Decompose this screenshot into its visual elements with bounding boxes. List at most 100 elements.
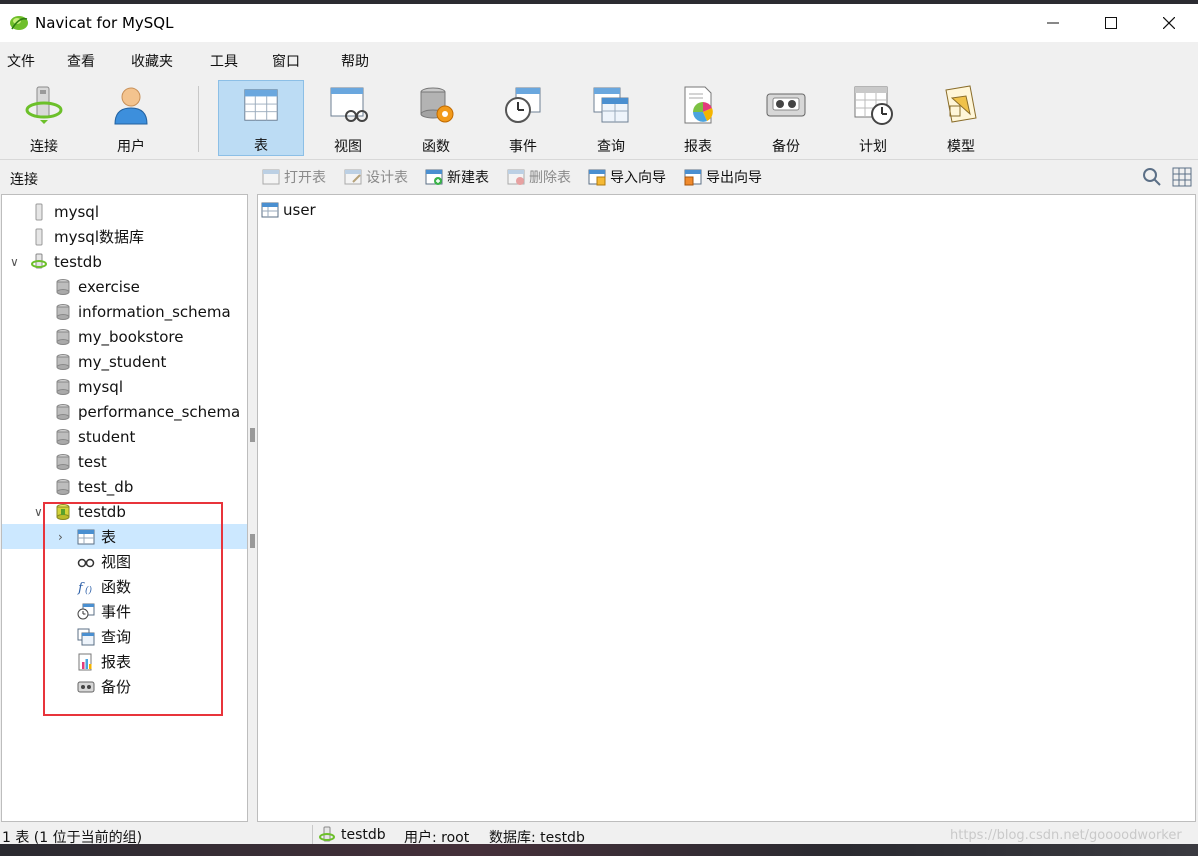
tree-database-test[interactable]: test — [2, 449, 247, 474]
tree-database-information-schema[interactable]: information_schema — [2, 299, 247, 324]
export-wizard-button[interactable]: 导出向导 — [684, 167, 762, 187]
tree-connection-mysql[interactable]: mysql — [2, 199, 247, 224]
toolbar-view-button[interactable]: 视图 — [305, 80, 391, 156]
tree-label: 报表 — [101, 653, 132, 671]
report-icon — [684, 86, 713, 124]
tree-object-backups[interactable]: 备份 — [2, 674, 247, 699]
tree-object-queries[interactable]: 查询 — [2, 624, 247, 649]
import-wizard-label: 导入向导 — [610, 170, 666, 186]
menu-window[interactable]: 窗口 — [272, 51, 300, 71]
tree-label: testdb — [54, 252, 102, 271]
expand-arrow-icon[interactable]: › — [58, 530, 63, 544]
database-icon — [56, 303, 70, 320]
import-wizard-icon — [588, 169, 606, 186]
tree-label: testdb — [78, 502, 126, 521]
toolbar-report-button[interactable]: 报表 — [655, 80, 741, 156]
database-icon — [56, 378, 70, 395]
grid-view-icon[interactable] — [1172, 167, 1192, 187]
tree-database-performance-schema[interactable]: performance_schema — [2, 399, 247, 424]
collapse-arrow-icon[interactable]: ∨ — [10, 255, 19, 269]
table-item-label: user — [283, 201, 316, 219]
query-icon — [77, 628, 95, 645]
database-icon — [56, 328, 70, 345]
delete-table-button[interactable]: 删除表 — [507, 167, 571, 187]
open-table-icon — [262, 169, 280, 185]
tree-label: student — [78, 427, 136, 446]
toolbar-query-button[interactable]: 查询 — [568, 80, 654, 156]
toolbar-label: 事件 — [509, 139, 537, 155]
tree-object-tables[interactable]: › 表 — [2, 524, 247, 549]
tree-database-testdb[interactable]: ∨ testdb — [2, 499, 247, 524]
tree-label: mysql数据库 — [54, 228, 144, 246]
model-icon — [945, 85, 977, 123]
collapse-arrow-icon[interactable]: ∨ — [34, 505, 43, 519]
maximize-button[interactable] — [1082, 4, 1140, 42]
minimize-button[interactable] — [1024, 4, 1082, 42]
tree-connection-testdb[interactable]: ∨ testdb — [2, 249, 247, 274]
tree-label: 函数 — [101, 578, 132, 596]
new-table-icon — [425, 169, 443, 185]
search-icon[interactable] — [1142, 167, 1162, 187]
database-icon — [56, 453, 70, 470]
connection-icon — [25, 86, 63, 124]
object-toolbar: 连接 打开表 设计表 新建表 删除表 导入向导 导出向导 — [0, 161, 1198, 193]
design-table-button[interactable]: 设计表 — [344, 167, 408, 187]
export-wizard-label: 导出向导 — [706, 170, 762, 186]
connection-icon — [35, 228, 43, 245]
connection-icon — [35, 203, 43, 220]
database-icon — [56, 353, 70, 370]
close-icon — [1163, 17, 1175, 29]
toolbar-connection-button[interactable]: 连接 — [1, 80, 87, 156]
toolbar-table-button[interactable]: 表 — [218, 80, 304, 156]
tree-database-my-bookstore[interactable]: my_bookstore — [2, 324, 247, 349]
toolbar-model-button[interactable]: 模型 — [918, 80, 1004, 156]
menu-view[interactable]: 查看 — [67, 51, 95, 71]
navicat-logo-icon — [10, 16, 28, 30]
connection-pane-header: 连接 — [10, 172, 38, 188]
tree-object-reports[interactable]: 报表 — [2, 649, 247, 674]
tree-label: 视图 — [101, 553, 132, 571]
tree-object-functions[interactable]: f() 函数 — [2, 574, 247, 599]
new-table-button[interactable]: 新建表 — [425, 167, 489, 187]
tree-database-mysql[interactable]: mysql — [2, 374, 247, 399]
maximize-icon — [1105, 17, 1117, 29]
svg-text:f: f — [77, 581, 85, 596]
tree-label: my_student — [78, 352, 167, 371]
tree-label: exercise — [78, 277, 140, 296]
toolbar-function-button[interactable]: 函数 — [393, 80, 479, 156]
watermark-text: https://blog.csdn.net/goooodworker — [950, 828, 1182, 843]
tree-object-events[interactable]: 事件 — [2, 599, 247, 624]
menu-file[interactable]: 文件 — [7, 51, 35, 71]
open-table-label: 打开表 — [284, 170, 326, 186]
backup-icon — [766, 93, 806, 117]
menu-favorites[interactable]: 收藏夹 — [131, 51, 173, 71]
toolbar-schedule-button[interactable]: 计划 — [830, 80, 916, 156]
tree-database-test-db[interactable]: test_db — [2, 474, 247, 499]
toolbar-backup-button[interactable]: 备份 — [743, 80, 829, 156]
toolbar-label: 表 — [254, 138, 268, 154]
table-icon — [244, 89, 278, 121]
export-wizard-icon — [684, 169, 702, 186]
open-table-button[interactable]: 打开表 — [262, 167, 326, 187]
menu-help[interactable]: 帮助 — [341, 51, 369, 71]
toolbar-label: 连接 — [30, 139, 58, 155]
database-icon — [56, 428, 70, 445]
toolbar-label: 备份 — [772, 139, 800, 155]
tree-database-student[interactable]: student — [2, 424, 247, 449]
tree-database-exercise[interactable]: exercise — [2, 274, 247, 299]
tree-database-my-student[interactable]: my_student — [2, 349, 247, 374]
toolbar-user-button[interactable]: 用户 — [88, 80, 174, 156]
table-item-user[interactable]: user — [261, 201, 316, 219]
view-icon — [330, 87, 368, 122]
title-bar: Navicat for MySQL — [0, 4, 1198, 42]
table-icon — [77, 529, 95, 544]
tree-connection-mysql-db[interactable]: mysql数据库 — [2, 224, 247, 249]
pane-splitter[interactable] — [249, 194, 257, 822]
import-wizard-button[interactable]: 导入向导 — [588, 167, 666, 187]
close-button[interactable] — [1140, 4, 1198, 42]
database-icon — [56, 278, 70, 295]
menu-tools[interactable]: 工具 — [210, 51, 238, 71]
toolbar-label: 报表 — [684, 139, 712, 155]
toolbar-event-button[interactable]: 事件 — [480, 80, 566, 156]
tree-object-views[interactable]: 视图 — [2, 549, 247, 574]
